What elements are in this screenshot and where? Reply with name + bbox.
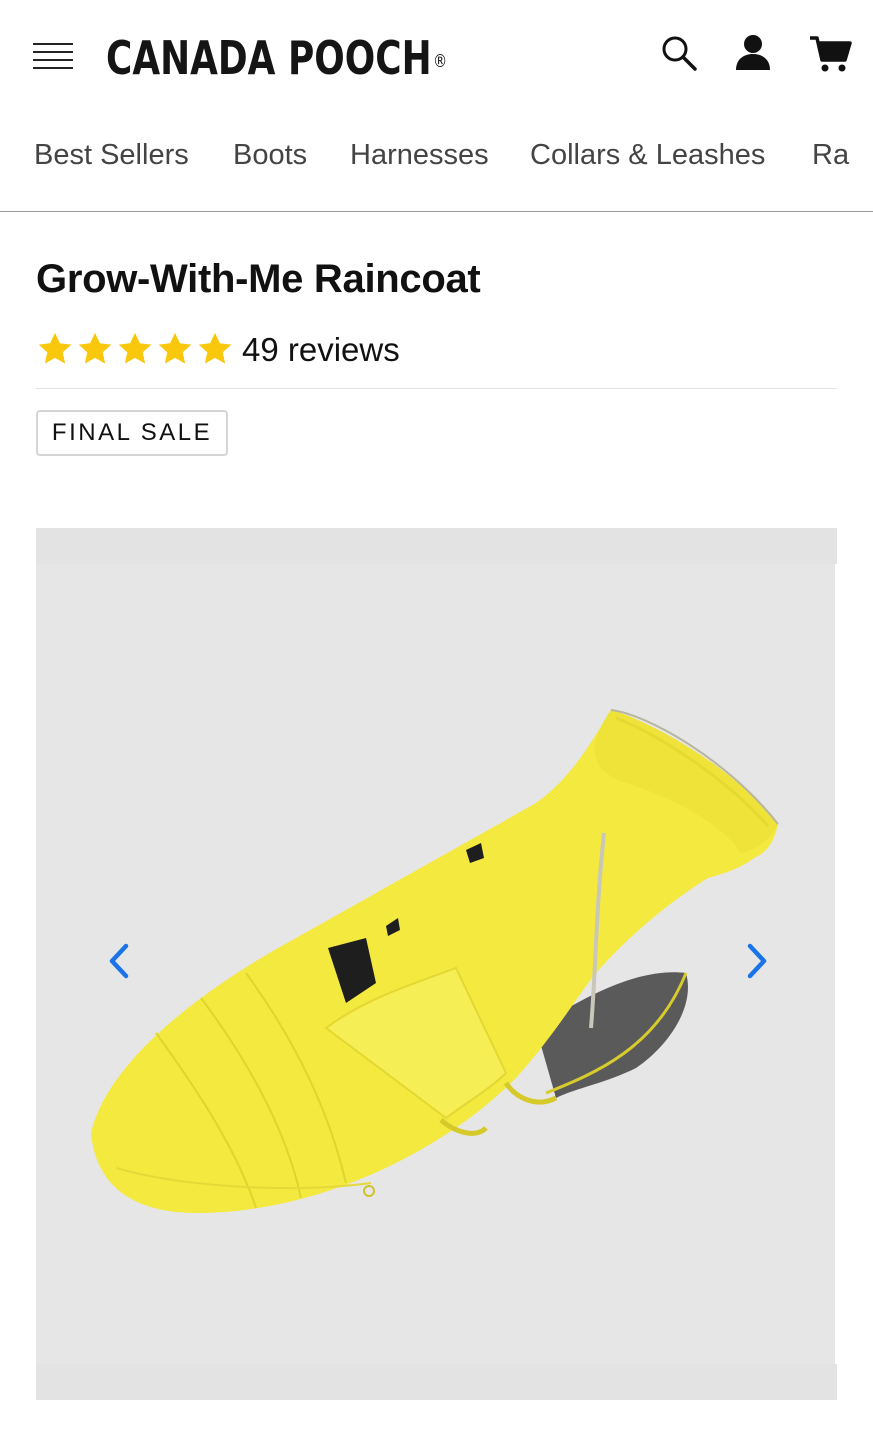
- star-icon: [118, 332, 152, 364]
- account-icon[interactable]: [731, 32, 775, 76]
- hamburger-menu-icon[interactable]: [33, 41, 73, 73]
- nav-item-best-sellers[interactable]: Best Sellers: [34, 128, 189, 182]
- category-nav: Best Sellers Boots Harnesses Collars & L…: [0, 128, 873, 182]
- nav-item-harnesses[interactable]: Harnesses: [350, 128, 489, 182]
- registered-mark: ®: [433, 51, 448, 72]
- product-page: CANADA POOCH® Best Sellers Boots Harness…: [0, 0, 873, 1440]
- gallery-next-button[interactable]: [736, 936, 776, 986]
- nav-item-collars-leashes[interactable]: Collars & Leashes: [530, 128, 765, 182]
- product-title: Grow-With-Me Raincoat: [36, 257, 481, 301]
- section-divider: [36, 388, 837, 389]
- nav-item-truncated[interactable]: Ra: [812, 128, 849, 182]
- brand-name: CANADA POOCH: [106, 31, 432, 85]
- gallery-prev-button[interactable]: [100, 936, 140, 986]
- star-icon: [38, 332, 72, 364]
- nav-divider: [0, 211, 873, 212]
- brand-logo[interactable]: CANADA POOCH®: [106, 30, 447, 86]
- star-icon: [158, 332, 192, 364]
- site-header: CANADA POOCH®: [0, 0, 873, 110]
- product-image: [91, 709, 779, 1213]
- product-gallery: [36, 528, 837, 1400]
- search-icon[interactable]: [658, 32, 702, 76]
- chevron-left-icon: [109, 943, 129, 979]
- chevron-right-icon: [747, 943, 767, 979]
- star-icon: [198, 332, 232, 364]
- nav-item-boots[interactable]: Boots: [233, 128, 307, 182]
- cart-icon[interactable]: [808, 32, 852, 76]
- star-icon: [78, 332, 112, 364]
- final-sale-badge: FINAL SALE: [36, 410, 228, 456]
- reviews-link[interactable]: 49 reviews: [242, 328, 400, 372]
